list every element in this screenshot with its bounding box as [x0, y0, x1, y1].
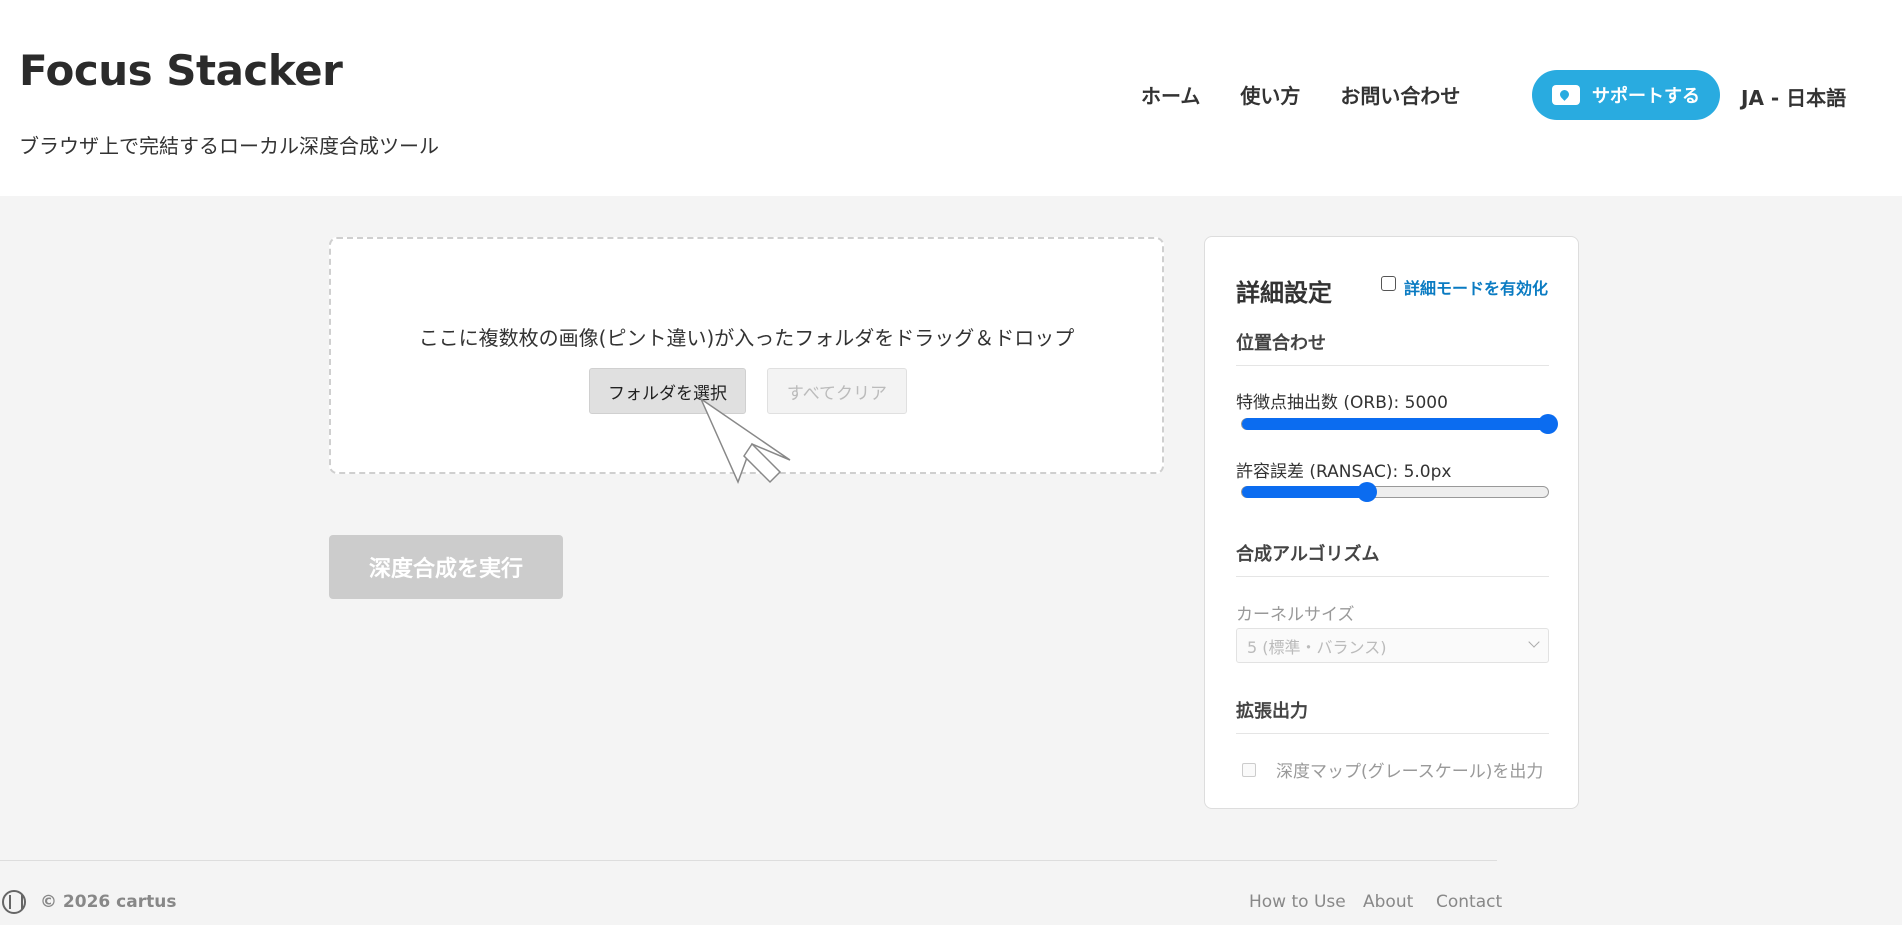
site-subtitle: ブラウザ上で完結するローカル深度合成ツール: [19, 134, 439, 158]
main-nav: ホーム 使い方 お問い合わせ: [1141, 80, 1500, 109]
nav-usage[interactable]: 使い方: [1240, 80, 1300, 109]
kofi-cup-icon: [1552, 85, 1580, 105]
chevron-down-icon: [1528, 636, 1540, 648]
footer-link-how-to-use[interactable]: How to Use: [1249, 892, 1346, 912]
kernel-size-value: 5 (標準・バランス): [1247, 637, 1387, 657]
orb-slider[interactable]: [1241, 414, 1558, 434]
kernel-size-label: カーネルサイズ: [1236, 605, 1355, 625]
mouse-cursor-icon: [700, 398, 791, 484]
depth-map-checkbox[interactable]: [1242, 762, 1256, 777]
support-label: サポートする: [1592, 86, 1700, 107]
header: Focus Stacker ブラウザ上で完結するローカル深度合成ツール ホーム …: [0, 0, 1902, 196]
advanced-mode-label: 詳細モードを有効化: [1404, 279, 1549, 298]
ransac-label: 許容誤差 (RANSAC): 5.0px: [1236, 462, 1452, 482]
site-title[interactable]: Focus Stacker: [19, 46, 343, 95]
section-algorithm: 合成アルゴリズム: [1236, 540, 1549, 577]
ransac-slider[interactable]: [1241, 482, 1549, 502]
ransac-slider-fill: [1242, 486, 1368, 498]
section-alignment: 位置合わせ: [1236, 329, 1549, 366]
nav-contact[interactable]: お問い合わせ: [1340, 80, 1460, 109]
support-button[interactable]: サポートする: [1532, 70, 1720, 120]
drop-instruction: ここに複数枚の画像(ピント違い)が入ったフォルダをドラッグ＆ドロップ: [418, 326, 1075, 350]
ransac-slider-thumb[interactable]: [1357, 482, 1378, 502]
section-extended-output: 拡張出力: [1236, 697, 1549, 734]
kernel-size-select[interactable]: 5 (標準・バランス): [1236, 628, 1549, 663]
footer-link-about[interactable]: About: [1363, 892, 1413, 912]
orb-label: 特徴点抽出数 (ORB): 5000: [1236, 393, 1448, 413]
orb-slider-thumb[interactable]: [1538, 414, 1558, 434]
copyright: © 2026 cartus: [40, 892, 177, 912]
advanced-mode-checkbox[interactable]: [1381, 275, 1396, 291]
settings-title: 詳細設定: [1236, 279, 1332, 307]
settings-panel: 詳細設定 詳細モードを有効化 位置合わせ 特徴点抽出数 (ORB): 5000 …: [1204, 236, 1579, 809]
orb-slider-fill: [1242, 418, 1548, 430]
nav-home[interactable]: ホーム: [1141, 80, 1200, 109]
footer-divider: [0, 860, 1497, 861]
depth-map-label: 深度マップ(グレースケール)を出力: [1276, 762, 1544, 782]
depth-map-option[interactable]: 深度マップ(グレースケール)を出力: [1236, 757, 1543, 782]
cartus-logo-icon: [2, 890, 26, 914]
run-stacking-button[interactable]: 深度合成を実行: [329, 535, 563, 599]
footer-link-contact[interactable]: Contact: [1436, 892, 1502, 912]
advanced-mode-toggle[interactable]: 詳細モードを有効化: [1381, 275, 1548, 299]
language-selector[interactable]: JA - 日本語: [1741, 82, 1846, 111]
